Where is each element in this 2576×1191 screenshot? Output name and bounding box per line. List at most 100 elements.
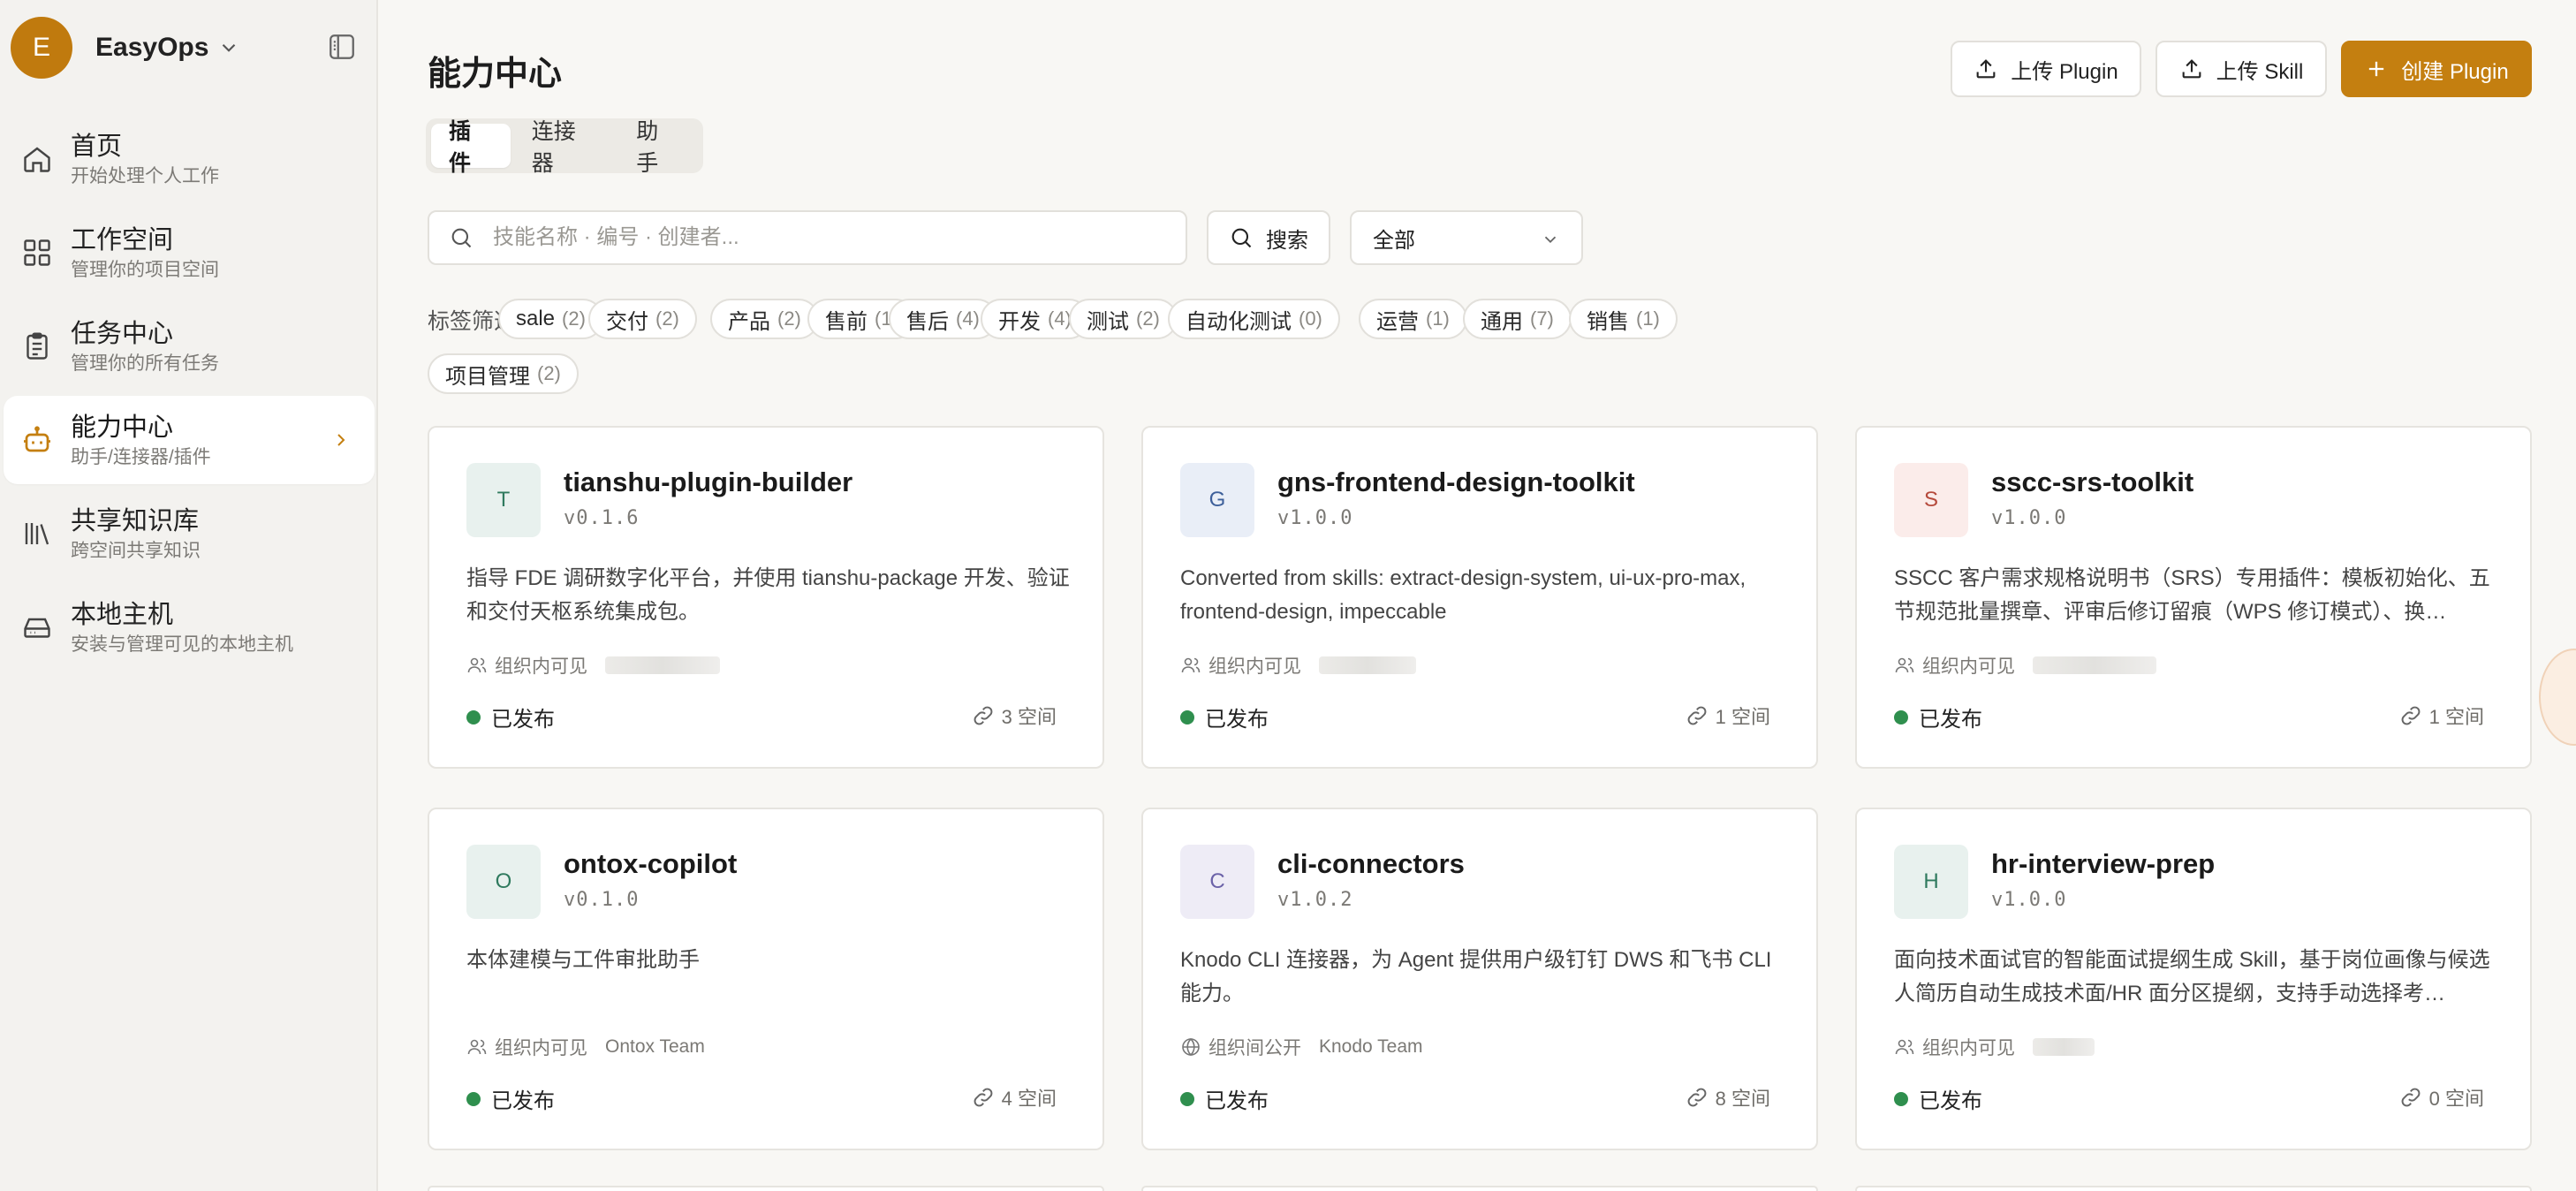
redacted-owner [2033, 1038, 2095, 1056]
plugin-logo: H [1894, 845, 1968, 919]
tag-count: (2) [562, 307, 586, 330]
org-switcher[interactable]: E EasyOps [11, 14, 240, 81]
plugin-status-label: 已发布 [1919, 708, 1982, 732]
nav-subtitle: 管理你的项目空间 [71, 260, 219, 280]
robot-icon [24, 426, 50, 452]
plugin-name: hr-interview-prep [1991, 848, 2216, 879]
sidebar-toggle-icon[interactable] [327, 32, 357, 62]
upload-skill-button[interactable]: 上传 Skill [2156, 41, 2327, 97]
plugin-space-label: 1 空间 [1715, 706, 1770, 728]
tag-name: 项目管理 [445, 364, 530, 389]
plugin-space-label: 4 空间 [1001, 1088, 1057, 1110]
plugin-version: v0.1.0 [564, 889, 640, 911]
search-input[interactable] [493, 225, 1164, 250]
tag-filter-item[interactable]: 自动化测试 (0) [1168, 299, 1340, 339]
nav-subtitle: 跨空间共享知识 [71, 541, 201, 561]
plugin-meta: 组织内可见 Ontox Team [466, 1034, 705, 1060]
plugin-version: v1.0.0 [1991, 889, 2067, 911]
tag-filter-item[interactable]: 交付 (2) [588, 299, 697, 339]
tag-count: (0) [1299, 307, 1322, 330]
tab-plugins[interactable]: 插件 [431, 119, 511, 176]
tag-filter-item[interactable]: 测试 (2) [1069, 299, 1178, 339]
status-filter-value: 全部 [1373, 228, 1415, 253]
status-dot [1894, 1091, 1908, 1106]
nav-title: 工作空间 [71, 226, 174, 254]
plugin-space-label: 1 空间 [2428, 706, 2484, 728]
create-plugin-button[interactable]: 创建 Plugin [2341, 41, 2532, 97]
tag-name: 测试 [1087, 309, 1129, 334]
plugin-logo-letter: H [1923, 869, 1939, 893]
plugin-version: v1.0.0 [1991, 507, 2067, 529]
tab-assistants[interactable]: 助手 [618, 119, 698, 176]
plugin-description: Knodo CLI 连接器，为 Agent 提供用户级钉钉 DWS 和飞书 CL… [1180, 948, 1772, 1005]
plugin-logo: S [1894, 463, 1968, 537]
library-icon [25, 523, 49, 545]
users-icon [1181, 657, 1201, 673]
plugin-description: Converted from skills: extract-design-sy… [1180, 566, 1746, 624]
plugin-card[interactable]: Ttianshu-plugin-builder v0.1.6 指导 FDE 调研数字… [428, 426, 1104, 769]
plugin-status: 已发布 [466, 702, 555, 732]
tag-count: (4) [956, 307, 980, 330]
tag-name: 售前 [825, 309, 868, 334]
plugin-name: sscc-srs-toolkit [1991, 467, 2194, 497]
users-icon [467, 1039, 487, 1055]
plugin-card[interactable]: Ggns-frontend-design-toolkit v1.0.0 Conver… [1141, 426, 1818, 769]
plugin-card[interactable]: Ccli-connectors v1.0.2 Knodo CLI 连接器，为 Age… [1141, 808, 1818, 1150]
plus-icon [2369, 61, 2384, 77]
status-filter-select[interactable]: 全部 [1350, 210, 1583, 265]
nav-title: 本地主机 [71, 601, 174, 629]
plugin-space-count: 8 空间 [1686, 1083, 1770, 1111]
tag-name: 销售 [1587, 309, 1629, 334]
plugin-card[interactable]: Hhr-interview-prep v1.0.0 面向技术面试官的智能面试提纲生成… [1855, 808, 2532, 1150]
tag-name: 交付 [606, 309, 648, 334]
sidebar-item-capability-center[interactable]: 能力中心 助手/连接器/插件 [4, 396, 375, 484]
plugin-card[interactable]: Oontox-copilot v0.1.0 本体建模与工件审批助手 组织内可见 Onto… [428, 808, 1104, 1150]
plugin-logo-letter: C [1209, 869, 1225, 893]
sidebar: E EasyOps 首页 开始处理个人工作 工作空间 管理你的项目空间 任务中心… [0, 0, 378, 1191]
plugin-status-label: 已发布 [1919, 1089, 1982, 1113]
nav-subtitle: 安装与管理可见的本地主机 [71, 634, 293, 655]
grid-icon [24, 239, 50, 266]
plugin-name: tianshu-plugin-builder [564, 467, 853, 497]
plugin-visibility: 组织内可见 [1208, 656, 1301, 677]
plugin-meta: 组织内可见 [1180, 652, 1416, 679]
plugin-description: 面向技术面试官的智能面试提纲生成 Skill，基于岗位画像与候选人简历自动生成技… [1894, 948, 2490, 1005]
search-icon [1231, 228, 1252, 248]
sidebar-item-knowledge[interactable]: 共享知识库 跨空间共享知识 [4, 489, 375, 578]
search-icon [451, 228, 472, 248]
upload-icon [1976, 59, 1996, 79]
plugin-logo: O [466, 845, 541, 919]
users-icon [1895, 657, 1914, 673]
plugin-space-count: 4 空间 [972, 1083, 1057, 1111]
plugin-version: v1.0.0 [1277, 507, 1353, 529]
nav-subtitle: 开始处理个人工作 [71, 166, 219, 186]
sidebar-item-local-host[interactable]: 本地主机 安装与管理可见的本地主机 [4, 583, 375, 671]
tag-filter-item[interactable]: 通用 (7) [1463, 299, 1572, 339]
tag-filter-item[interactable]: 项目管理 (2) [428, 353, 579, 394]
sidebar-item-workspace[interactable]: 工作空间 管理你的项目空间 [4, 209, 375, 297]
plugin-name: ontox-copilot [564, 848, 738, 879]
plugin-status: 已发布 [466, 1083, 555, 1114]
tab-connectors[interactable]: 连接器 [514, 119, 616, 176]
plugin-status-label: 已发布 [1205, 1089, 1269, 1113]
tag-filter-item[interactable]: 销售 (1) [1569, 299, 1678, 339]
search-button[interactable]: 搜索 [1207, 210, 1330, 265]
tag-filter-item[interactable]: 产品 (2) [710, 299, 819, 339]
tag-count: (7) [1530, 307, 1554, 330]
upload-plugin-button[interactable]: 上传 Plugin [1951, 41, 2141, 97]
plugin-status-label: 已发布 [1205, 708, 1269, 732]
plugin-version: v1.0.2 [1277, 889, 1353, 911]
users-icon [1895, 1039, 1914, 1055]
tag-filter-item[interactable]: 运营 (1) [1359, 299, 1467, 339]
category-tabs: 插件 连接器 助手 [426, 118, 703, 176]
plugin-owner: Ontox Team [605, 1036, 705, 1057]
sidebar-item-tasks[interactable]: 任务中心 管理你的所有任务 [4, 302, 375, 391]
org-name: EasyOps [95, 33, 209, 62]
next-row-card [1855, 1186, 2532, 1191]
plugin-visibility: 组织内可见 [495, 656, 587, 677]
plugin-card[interactable]: Ssscc-srs-toolkit v1.0.0 SSCC 客户需求规格说明书（SR… [1855, 426, 2532, 769]
plugin-logo-letter: T [496, 488, 511, 512]
plugin-space-count: 1 空间 [2399, 702, 2484, 730]
tag-count: (2) [537, 362, 561, 384]
sidebar-item-home[interactable]: 首页 开始处理个人工作 [4, 115, 375, 203]
